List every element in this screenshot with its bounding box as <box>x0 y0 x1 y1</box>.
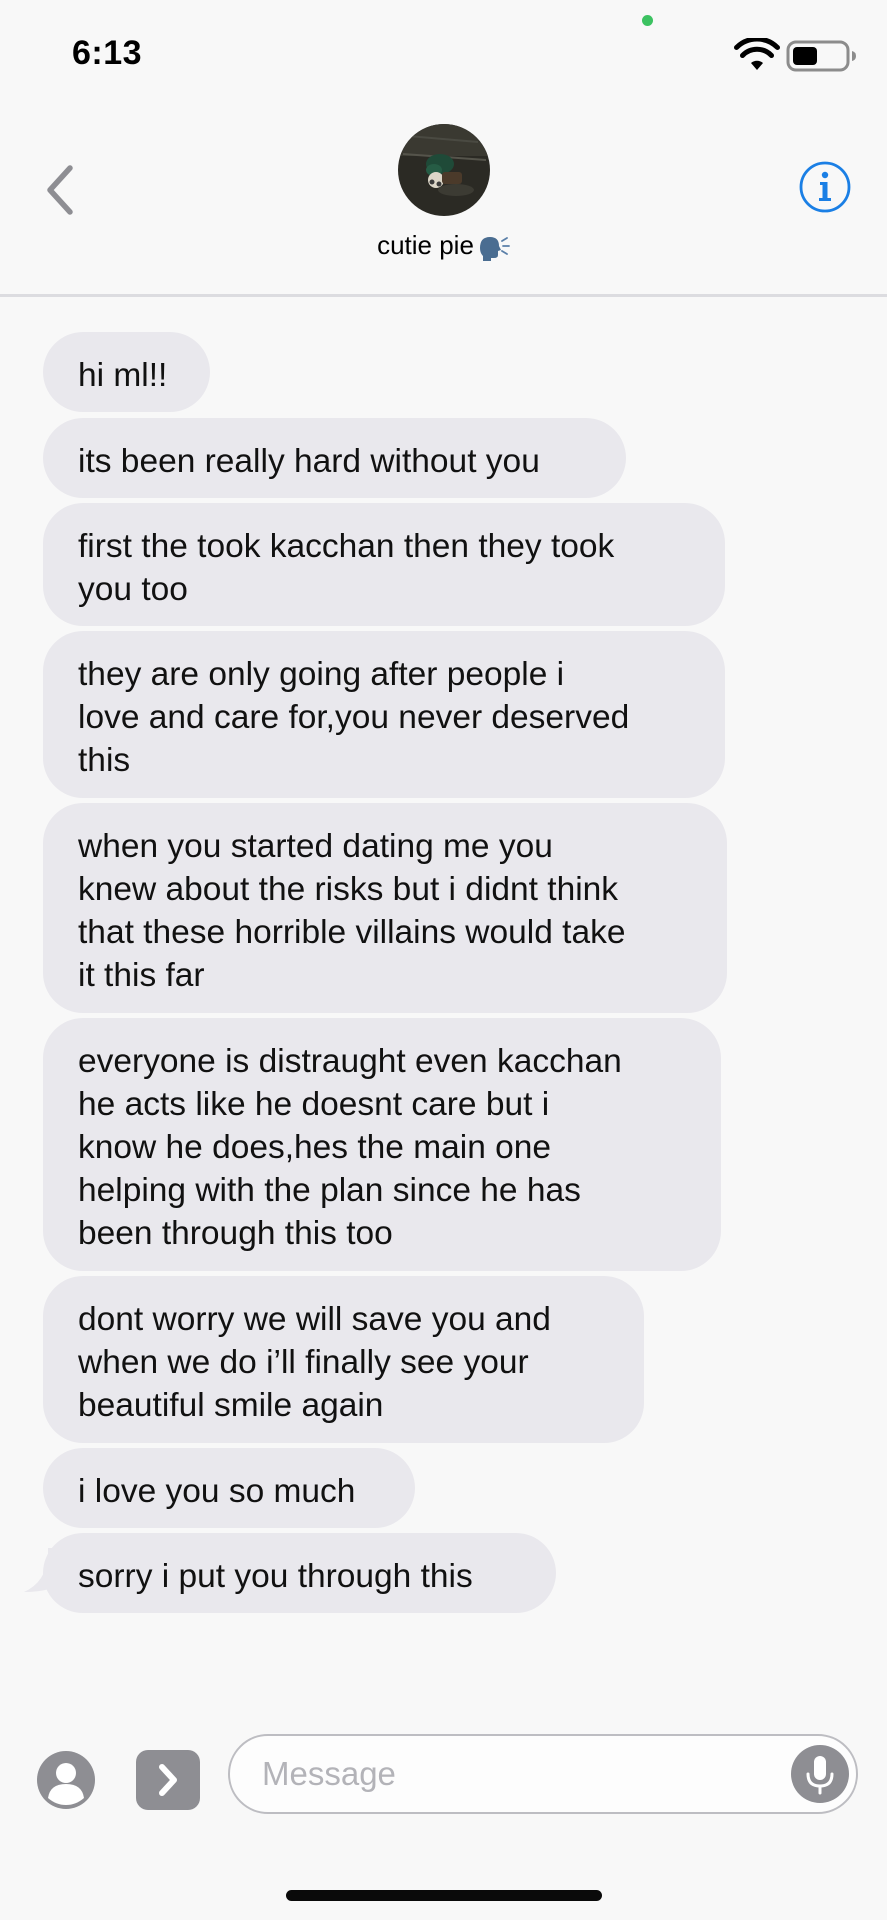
message-line: when we do i’ll finally see your <box>78 1344 529 1381</box>
message-line: when you started dating me you <box>78 828 553 865</box>
message-line: knew about the risks but i didnt think <box>78 871 619 908</box>
message-bubble[interactable]: sorry i put you through this <box>43 1533 556 1613</box>
message-line: everyone is distraught even kacchan <box>78 1043 622 1080</box>
chevron-right-icon[interactable] <box>136 1750 200 1810</box>
status-bar: 6:13 <box>0 0 887 110</box>
avatar-image <box>398 124 490 216</box>
message-bubble[interactable]: first the took kacchan then they took yo… <box>43 503 725 626</box>
header-divider <box>0 294 887 297</box>
message-bubble[interactable]: dont worry we will save you and when we … <box>43 1276 644 1443</box>
speaking-head-icon <box>479 237 510 262</box>
compose-bar <box>0 1720 887 1920</box>
message-line: i love you so much <box>78 1473 356 1510</box>
battery-icon <box>786 40 856 72</box>
message-line: he acts like he doesnt care but i <box>78 1086 550 1123</box>
message-line: they are only going after people i <box>78 656 565 693</box>
contact-name-row[interactable]: cutie pie <box>0 230 887 262</box>
message-field[interactable] <box>228 1734 858 1814</box>
wifi-icon <box>734 38 780 70</box>
home-indicator[interactable] <box>286 1890 602 1901</box>
message-line: its been really hard without you <box>78 443 540 480</box>
message-line: helping with the plan since he has <box>78 1172 581 1209</box>
back-button[interactable] <box>40 160 80 220</box>
message-bubble[interactable]: everyone is distraught even kacchan he a… <box>43 1018 721 1271</box>
contact-avatar[interactable] <box>398 124 490 216</box>
message-line: been through this too <box>78 1215 393 1252</box>
message-input[interactable] <box>262 1736 762 1812</box>
status-time: 6:13 <box>72 34 143 72</box>
info-button[interactable] <box>798 160 852 214</box>
message-line: sorry i put you through this <box>78 1558 473 1595</box>
message-bubble[interactable]: when you started dating me you knew abou… <box>43 803 727 1013</box>
message-line: dont worry we will save you and <box>78 1301 551 1338</box>
message-line: this <box>78 742 131 779</box>
conversation-header: cutie pie <box>0 110 887 294</box>
camera-in-use-indicator <box>642 15 653 26</box>
message-bubble[interactable]: hi ml!! <box>43 332 210 412</box>
bubble-tail <box>24 1548 70 1592</box>
message-line: you too <box>78 571 188 608</box>
message-bubble[interactable]: its been really hard without you <box>43 418 626 498</box>
contact-card-button[interactable] <box>36 1750 96 1810</box>
message-bubble[interactable]: i love you so much <box>43 1448 415 1528</box>
message-line: it this far <box>78 957 205 994</box>
message-line: love and care for,you never deserved <box>78 699 630 736</box>
contact-name: cutie pie <box>377 230 474 260</box>
message-line: beautiful smile again <box>78 1387 384 1424</box>
message-line: that these horrible villains would take <box>78 914 626 951</box>
message-line: know he does,hes the main one <box>78 1129 552 1166</box>
message-line: first the took kacchan then they took <box>78 528 615 565</box>
message-line: hi ml!! <box>78 357 168 394</box>
message-bubble[interactable]: they are only going after people i love … <box>43 631 725 798</box>
microphone-icon[interactable] <box>790 1744 850 1804</box>
